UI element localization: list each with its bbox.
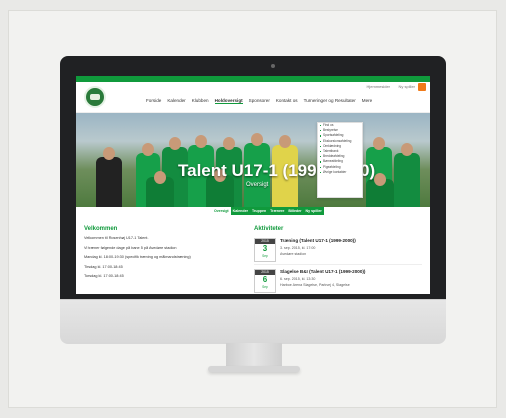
activity-location: Harboe Arena Slagelse, Parkvej 4, Slagel… bbox=[280, 283, 350, 287]
welcome-line: Mandag kl. 18:00-19:30 (specifik træning… bbox=[84, 255, 191, 260]
nav-kontakt[interactable]: Kontakt os bbox=[276, 98, 298, 104]
util-link-new-player[interactable]: Ny spiller bbox=[399, 84, 415, 89]
tab-truppen[interactable]: Truppen bbox=[250, 207, 268, 215]
activity-title[interactable]: Slagelse B&I (Talent U17-1 (1999-2000)) bbox=[280, 269, 365, 274]
activities-section: Aktiviteter 2015 3 Sep Træning (Talent U… bbox=[254, 226, 422, 294]
nav-kalender[interactable]: Kalender bbox=[167, 98, 185, 104]
tab-billeder[interactable]: Billeder bbox=[286, 207, 303, 215]
welcome-line: Torsdag kl. 17:00-18:45 bbox=[84, 274, 124, 279]
nav-klubben[interactable]: Klubben bbox=[192, 98, 209, 104]
date-badge: 2015 3 Sep bbox=[254, 238, 276, 262]
activity-time: 6. sep. 2015, kl. 13:30 bbox=[280, 277, 316, 281]
activity-location: Avedøre stadion bbox=[280, 252, 307, 256]
hero-subtitle: Oversigt bbox=[246, 182, 269, 188]
welcome-line: Vi træner følgende dage på bane 5 på Ave… bbox=[84, 245, 177, 250]
utility-bar: Hjemmesider Ny spiller bbox=[76, 82, 430, 92]
website-screen: Hjemmesider Ny spiller Forside Kalender … bbox=[76, 76, 430, 294]
monitor-chin bbox=[60, 299, 446, 344]
welcome-section: Velkommen Velkommen til Rosenhøj U17-1 T… bbox=[84, 226, 234, 284]
date-badge: 2015 6 Sep bbox=[254, 269, 276, 293]
nav-mere[interactable]: Mere bbox=[362, 98, 372, 104]
nav-holdoversigt[interactable]: Holdoversigt bbox=[214, 98, 243, 104]
dropdown-item[interactable]: Øvrige kontakter bbox=[318, 170, 362, 175]
nav-forside[interactable]: Forside bbox=[146, 98, 161, 104]
club-logo[interactable] bbox=[84, 86, 106, 108]
nav-sponsorer[interactable]: Sponsorer bbox=[249, 98, 270, 104]
activities-heading: Aktiviteter bbox=[254, 226, 284, 232]
welcome-heading: Velkommen bbox=[84, 226, 118, 232]
nav-turneringer[interactable]: Turneringer og Resultater bbox=[304, 98, 356, 104]
tab-kalender[interactable]: Kalender bbox=[231, 207, 250, 215]
welcome-line: Tirsdag kl. 17:00-18:45 bbox=[84, 264, 123, 269]
activity-item[interactable]: 2015 3 Sep Træning (Talent U17-1 (1999-2… bbox=[254, 236, 422, 265]
contact-dropdown-menu: Find os Bestyrelse Sportsafdeling Ekskur… bbox=[317, 122, 363, 198]
tab-oversigt[interactable]: Oversigt bbox=[212, 207, 231, 215]
welcome-line: Velkommen til Rosenhøj U17-1 Talent. bbox=[84, 236, 149, 240]
webcam-icon bbox=[271, 64, 275, 68]
monitor-base bbox=[208, 366, 300, 372]
tab-traenere[interactable]: Trænere bbox=[268, 207, 286, 215]
activity-time: 3. sep. 2015, kl. 17:00 bbox=[280, 246, 316, 250]
team-subnav: Oversigt Kalender Truppen Trænere Billed… bbox=[212, 207, 324, 215]
main-nav: Forside Kalender Klubben Holdoversigt Sp… bbox=[76, 86, 430, 113]
rss-icon[interactable] bbox=[418, 83, 426, 91]
activity-item[interactable]: 2015 6 Sep Slagelse B&I (Talent U17-1 (1… bbox=[254, 267, 422, 294]
team-photo: Talent U17-1 (1999-2000) Oversigt bbox=[76, 113, 430, 207]
tab-ny-spiller[interactable]: Ny spiller bbox=[304, 207, 324, 215]
activity-title[interactable]: Træning (Talent U17-1 (1999-2000)) bbox=[280, 238, 356, 243]
util-link-homepages[interactable]: Hjemmesider bbox=[366, 84, 390, 89]
